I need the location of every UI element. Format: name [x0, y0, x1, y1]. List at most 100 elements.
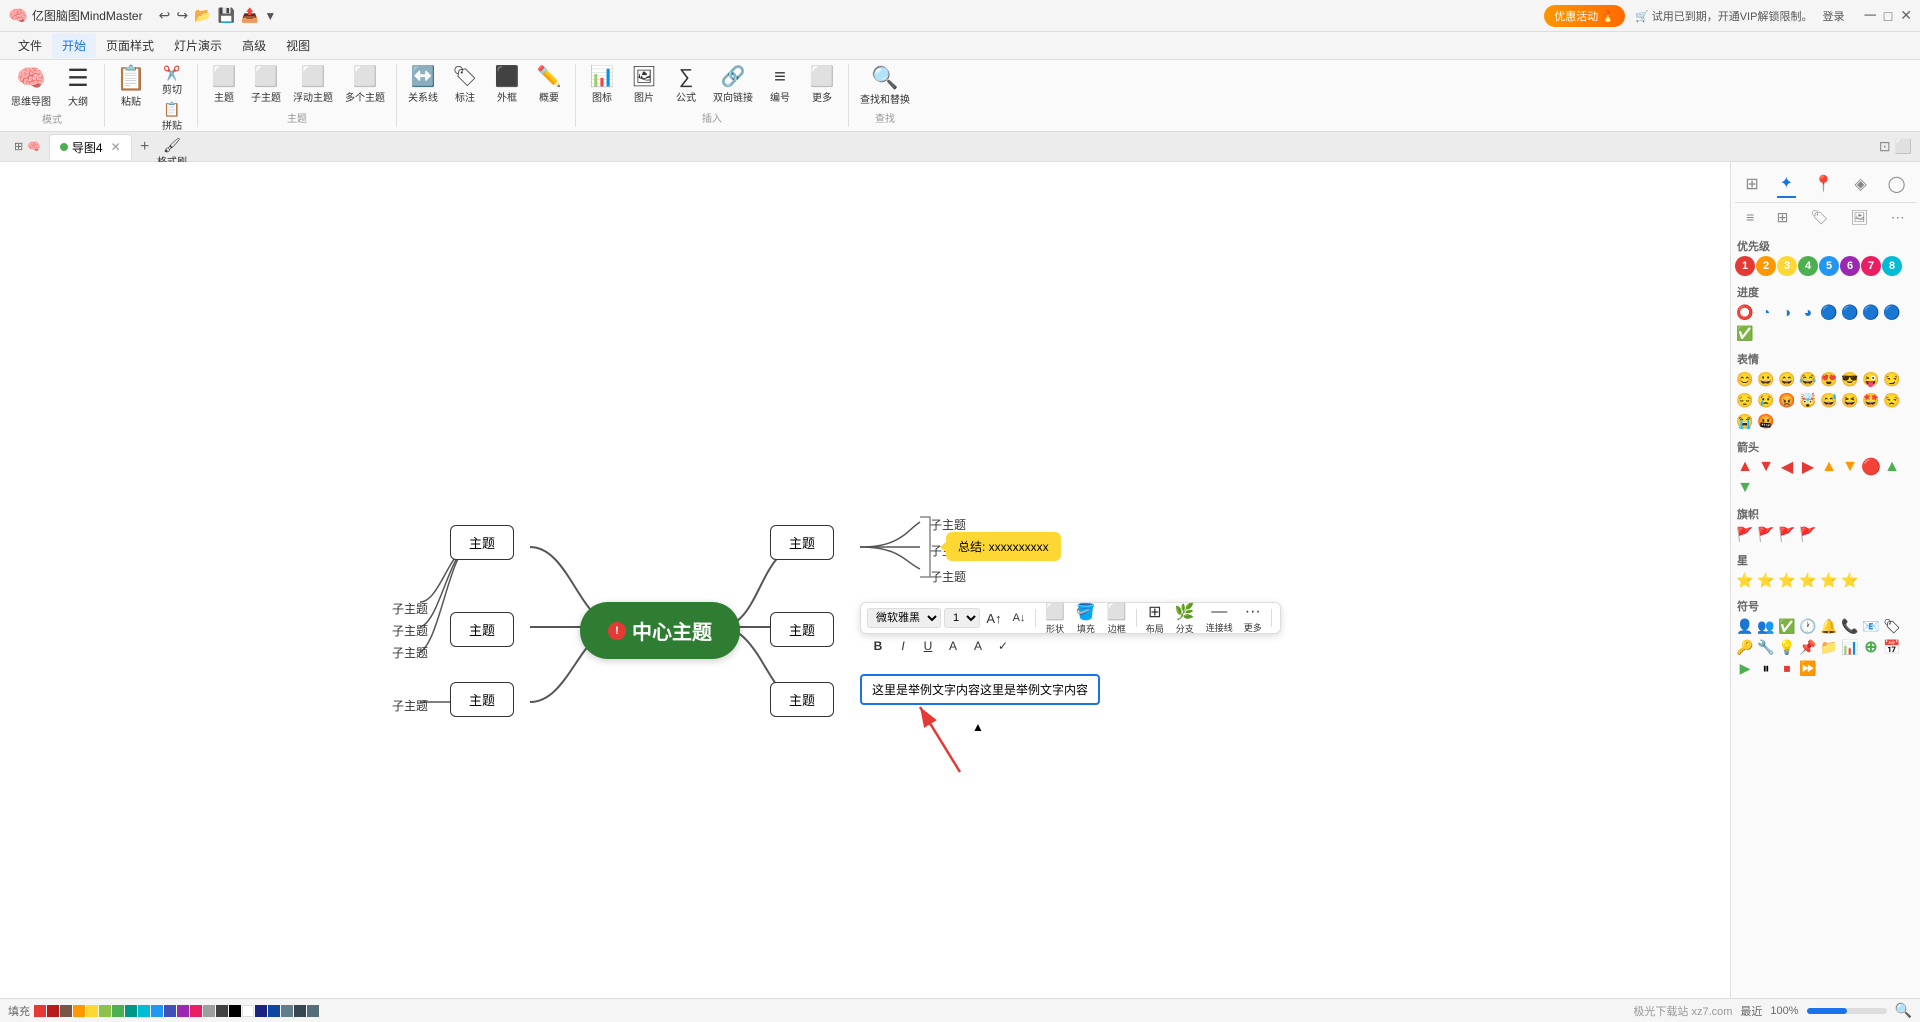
tb-label-btn[interactable]: 🏷 标注	[445, 64, 485, 107]
emoji-mind-blown[interactable]: 🤯	[1798, 390, 1818, 410]
color-slate[interactable]	[307, 1005, 319, 1017]
full-view-btn[interactable]: ⬜	[1895, 138, 1912, 155]
ft-branch-btn[interactable]: 🌿 分支	[1171, 607, 1199, 629]
ft-shape-btn[interactable]: ⬜ 形状	[1041, 607, 1069, 629]
color-navy[interactable]	[268, 1005, 280, 1017]
color-purple[interactable]	[177, 1005, 189, 1017]
tb-duallink-btn[interactable]: 🔗 双向链接	[708, 64, 758, 107]
symbol-fast[interactable]: ⏩	[1798, 658, 1818, 678]
star-purple[interactable]: ⭐	[1840, 570, 1860, 590]
tb-cut-btn[interactable]: ✂️ 剪切	[153, 64, 191, 98]
star-yellow[interactable]: ⭐	[1777, 570, 1797, 590]
center-node[interactable]: ! 中心主题	[580, 602, 740, 659]
rp-tab-circle[interactable]: ◯	[1885, 171, 1909, 197]
node-right-1[interactable]: 主题	[770, 525, 834, 560]
ft-check[interactable]: ✓	[992, 635, 1014, 657]
color-cyan[interactable]	[138, 1005, 150, 1017]
more-btn[interactable]: ▼	[264, 7, 276, 24]
zoom-slider[interactable]	[1807, 1008, 1887, 1014]
export-btn[interactable]: 📤	[241, 7, 258, 24]
star-red[interactable]: ⭐	[1735, 570, 1755, 590]
tb-copy-btn[interactable]: 📋 拼贴	[153, 100, 191, 134]
emoji-sweat[interactable]: 😅	[1819, 390, 1839, 410]
tb-icon-btn[interactable]: 📊 图标	[582, 64, 622, 107]
color-green[interactable]	[112, 1005, 124, 1017]
color-darkred[interactable]	[47, 1005, 59, 1017]
priority-3[interactable]: 3	[1777, 256, 1797, 276]
ft-size-select[interactable]: 10	[944, 608, 980, 628]
ft-layout-btn[interactable]: ⊞ 布局	[1142, 607, 1168, 629]
ft-italic[interactable]: I	[892, 635, 914, 657]
emoji-wink[interactable]: 😜	[1861, 369, 1881, 389]
progress-0[interactable]: ⭕	[1735, 302, 1755, 322]
tb-num-btn[interactable]: ≡ 编号	[760, 64, 800, 107]
redo-btn[interactable]: ↪	[176, 7, 188, 24]
symbol-tag[interactable]: 🏷	[1882, 616, 1902, 636]
priority-2[interactable]: 2	[1756, 256, 1776, 276]
tb-outline-btn[interactable]: ☰ 大纲	[58, 64, 98, 111]
tb-relation-btn[interactable]: ↔️ 关系线	[403, 64, 443, 107]
tb-more-insert-btn[interactable]: ⬜ 更多	[802, 64, 842, 107]
tb-float-topic-btn[interactable]: ⬜ 浮动主题	[288, 64, 338, 107]
arrow-down-red[interactable]: ▼	[1756, 457, 1776, 477]
symbol-clock[interactable]: 🕐	[1798, 616, 1818, 636]
progress-4[interactable]: 🔵	[1819, 302, 1839, 322]
split-view-btn[interactable]: ⊡	[1879, 138, 1891, 155]
node-right-3[interactable]: 主题	[770, 682, 834, 717]
star-green[interactable]: ⭐	[1798, 570, 1818, 590]
undo-btn[interactable]: ↩	[159, 7, 171, 24]
ft-fontsize-down[interactable]: A↓	[1008, 607, 1030, 629]
rp-tab-star[interactable]: ✦	[1777, 170, 1796, 198]
color-pink[interactable]	[190, 1005, 202, 1017]
color-darkblue[interactable]	[255, 1005, 267, 1017]
emoji-rage[interactable]: 🤬	[1756, 411, 1776, 431]
ft-bold[interactable]: B	[867, 635, 889, 657]
canvas[interactable]: ! 中心主题 主题 主题 主题 主题 主题 主题 子主题 子主题 子主题 子主题…	[0, 162, 1730, 998]
emoji-smile[interactable]: 😊	[1735, 369, 1755, 389]
arrow-circle-red[interactable]: 🔴	[1861, 457, 1881, 477]
ft-fontsize-up[interactable]: A↑	[983, 607, 1005, 629]
priority-5[interactable]: 5	[1819, 256, 1839, 276]
symbol-cal[interactable]: 📅	[1882, 637, 1902, 657]
color-orange[interactable]	[73, 1005, 85, 1017]
color-darkgray[interactable]	[216, 1005, 228, 1017]
emoji-angry[interactable]: 😡	[1777, 390, 1797, 410]
maximize-btn[interactable]: □	[1884, 7, 1892, 25]
emoji-weep[interactable]: 😭	[1735, 411, 1755, 431]
login-button[interactable]: 登录	[1822, 8, 1844, 24]
ft-connect-btn[interactable]: — 连接线	[1202, 607, 1237, 629]
symbol-pin[interactable]: 📌	[1798, 637, 1818, 657]
emoji-laugh[interactable]: 😄	[1777, 369, 1797, 389]
rp-subtab-img[interactable]: 🖼	[1847, 207, 1873, 228]
priority-4[interactable]: 4	[1798, 256, 1818, 276]
right-subtopic-1[interactable]: 子主题	[930, 516, 966, 533]
emoji-grin[interactable]: 😆	[1840, 390, 1860, 410]
arrow-down-orange[interactable]: ▼	[1840, 457, 1860, 477]
symbol-check-green[interactable]: ✅	[1777, 616, 1797, 636]
ft-fill-btn[interactable]: 🪣 填充	[1072, 607, 1100, 629]
color-red[interactable]	[34, 1005, 46, 1017]
menu-slideshow[interactable]: 灯片演示	[164, 33, 232, 58]
symbol-play-green[interactable]: ▶	[1735, 658, 1755, 678]
progress-6[interactable]: 🔵	[1861, 302, 1881, 322]
minimize-btn[interactable]: ─	[1864, 7, 1875, 25]
left-subtopic-3[interactable]: 子主题	[392, 644, 428, 661]
left-subtopic-4[interactable]: 子主题	[392, 697, 428, 714]
input-node[interactable]: 这里是举例文字内容这里是举例文字内容	[860, 674, 1100, 705]
ft-font-color[interactable]: A	[942, 635, 964, 657]
arrow-up-green[interactable]: ▲	[1882, 457, 1902, 477]
tab-add-button[interactable]: +	[134, 136, 156, 158]
color-indigo[interactable]	[164, 1005, 176, 1017]
priority-1[interactable]: 1	[1735, 256, 1755, 276]
rp-tab-pin[interactable]: 📍	[1811, 171, 1837, 197]
ft-border-btn[interactable]: ⬜ 边框	[1103, 607, 1131, 629]
tb-formula-btn[interactable]: ∑ 公式	[666, 64, 706, 107]
symbol-folder[interactable]: 📁	[1819, 637, 1839, 657]
priority-6[interactable]: 6	[1840, 256, 1860, 276]
arrow-down-green[interactable]: ▼	[1735, 478, 1755, 498]
tb-multi-topic-btn[interactable]: ⬜ 多个主题	[340, 64, 390, 107]
rp-tab-grid[interactable]: ⊞	[1742, 171, 1761, 197]
node-left-1[interactable]: 主题	[450, 525, 514, 560]
emoji-cool[interactable]: 😎	[1840, 369, 1860, 389]
tab-item-map4[interactable]: 导图4 ✕	[49, 134, 132, 160]
